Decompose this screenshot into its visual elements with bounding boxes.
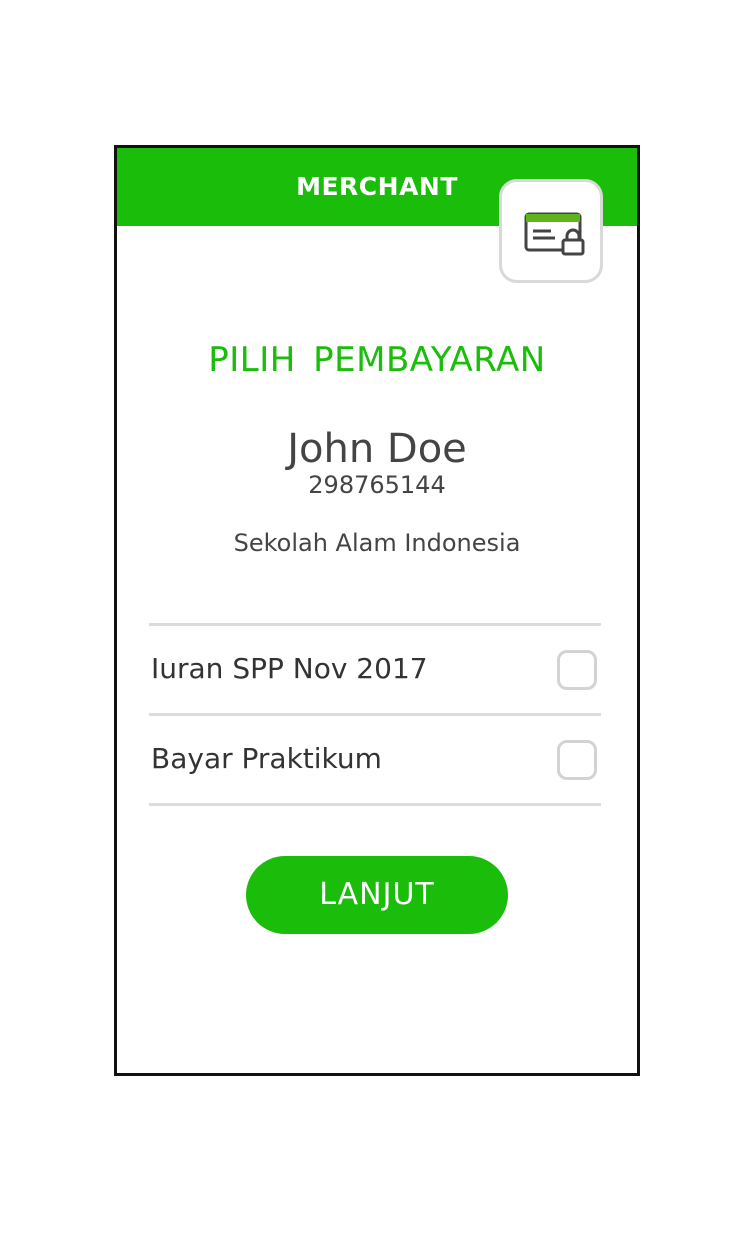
merchant-badge[interactable] <box>499 179 603 283</box>
card-lock-icon <box>524 212 585 256</box>
customer-name: John Doe <box>287 426 467 472</box>
account-number: 298765144 <box>308 471 446 499</box>
payment-checkbox-praktikum[interactable] <box>557 740 597 780</box>
payment-label-spp: Iuran SPP Nov 2017 <box>151 652 428 685</box>
payment-checkbox-spp[interactable] <box>557 650 597 690</box>
school-name: Sekolah Alam Indonesia <box>233 529 521 557</box>
divider <box>149 713 601 716</box>
page-title: PILIH PEMBAYARAN <box>208 340 546 380</box>
divider <box>149 803 601 806</box>
payment-label-praktikum: Bayar Praktikum <box>151 742 382 775</box>
next-button[interactable]: LANJUT <box>246 856 508 934</box>
app-frame: MERCHANT PILIH PEMBAYARAN John Doe 29876… <box>114 145 640 1076</box>
divider <box>149 623 601 626</box>
